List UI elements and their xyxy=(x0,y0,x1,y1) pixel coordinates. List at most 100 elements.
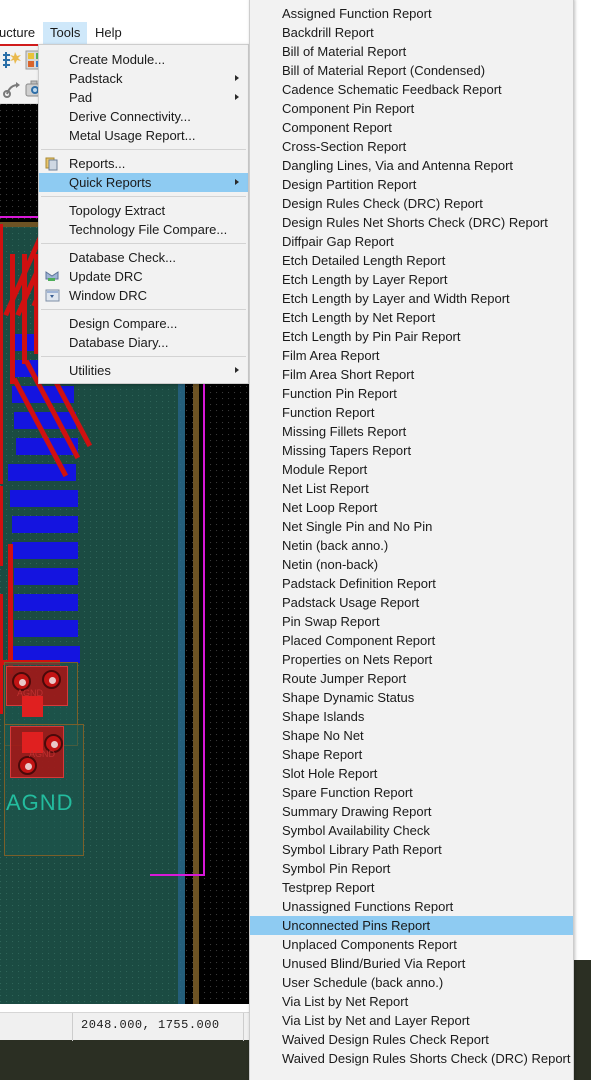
menu-item-via-list-by-net-report[interactable]: Via List by Net Report xyxy=(250,992,573,1011)
tools-menu[interactable]: Create Module... Padstack Pad Derive Con… xyxy=(38,44,249,384)
menu-item-update-drc[interactable]: Update DRC xyxy=(39,267,248,286)
menu-item-net-single-pin-and-no-pin[interactable]: Net Single Pin and No Pin xyxy=(250,517,573,536)
menu-item-unassigned-functions-report[interactable]: Unassigned Functions Report xyxy=(250,897,573,916)
menu-item-label: Assigned Function Report xyxy=(282,6,432,21)
menu-item-padstack-definition-report[interactable]: Padstack Definition Report xyxy=(250,574,573,593)
menu-item-bill-of-material-report-condensed[interactable]: Bill of Material Report (Condensed) xyxy=(250,61,573,80)
menu-item-function-pin-report[interactable]: Function Pin Report xyxy=(250,384,573,403)
menu-item-pad[interactable]: Pad xyxy=(39,88,248,107)
menu-item-netin-non-back[interactable]: Netin (non-back) xyxy=(250,555,573,574)
pcb-pad xyxy=(12,516,78,533)
menu-item-database-diary[interactable]: Database Diary... xyxy=(39,333,248,352)
menu-item-label: Derive Connectivity... xyxy=(69,109,191,124)
menu-item-dangling-lines-via-and-antenna-report[interactable]: Dangling Lines, Via and Antenna Report xyxy=(250,156,573,175)
menu-item-symbol-availability-check[interactable]: Symbol Availability Check xyxy=(250,821,573,840)
menu-item-placed-component-report[interactable]: Placed Component Report xyxy=(250,631,573,650)
menu-item-label: Unassigned Functions Report xyxy=(282,899,454,914)
menu-item-metal-usage-report[interactable]: Metal Usage Report... xyxy=(39,126,248,145)
menu-item-label: Padstack Definition Report xyxy=(282,576,436,591)
menu-item-etch-length-by-layer-report[interactable]: Etch Length by Layer Report xyxy=(250,270,573,289)
menu-item-module-report[interactable]: Module Report xyxy=(250,460,573,479)
menu-item-padstack-usage-report[interactable]: Padstack Usage Report xyxy=(250,593,573,612)
menu-item-via-list-by-net-and-layer-report[interactable]: Via List by Net and Layer Report xyxy=(250,1011,573,1030)
menu-item-properties-on-nets-report[interactable]: Properties on Nets Report xyxy=(250,650,573,669)
menu-item-etch-length-by-net-report[interactable]: Etch Length by Net Report xyxy=(250,308,573,327)
menu-item-topology-extract[interactable]: Topology Extract xyxy=(39,201,248,220)
menu-item-shape-report[interactable]: Shape Report xyxy=(250,745,573,764)
menu-item-waived-design-rules-shorts-check-drc-report[interactable]: Waived Design Rules Shorts Check (DRC) R… xyxy=(250,1049,573,1068)
menu-item-missing-tapers-report[interactable]: Missing Tapers Report xyxy=(250,441,573,460)
menu-item-bill-of-material-report[interactable]: Bill of Material Report xyxy=(250,42,573,61)
menu-item-quick-reports[interactable]: Quick Reports xyxy=(39,173,248,192)
menu-item-etch-detailed-length-report[interactable]: Etch Detailed Length Report xyxy=(250,251,573,270)
menu-item-net-list-report[interactable]: Net List Report xyxy=(250,479,573,498)
menu-item-pin-swap-report[interactable]: Pin Swap Report xyxy=(250,612,573,631)
pcb-trace xyxy=(10,254,15,384)
menu-item-utilities[interactable]: Utilities xyxy=(39,361,248,380)
menu-item-summary-drawing-report[interactable]: Summary Drawing Report xyxy=(250,802,573,821)
menu-item-symbol-pin-report[interactable]: Symbol Pin Report xyxy=(250,859,573,878)
menu-item-symbol-library-path-report[interactable]: Symbol Library Path Report xyxy=(250,840,573,859)
menu-item-design-rules-check-drc-report[interactable]: Design Rules Check (DRC) Report xyxy=(250,194,573,213)
menu-item-design-rules-net-shorts-check-drc-report[interactable]: Design Rules Net Shorts Check (DRC) Repo… xyxy=(250,213,573,232)
menu-item-netin-back-anno[interactable]: Netin (back anno.) xyxy=(250,536,573,555)
menubar-item-tools[interactable]: Tools xyxy=(43,22,88,44)
menu-item-slot-hole-report[interactable]: Slot Hole Report xyxy=(250,764,573,783)
menu-item-derive-connectivity[interactable]: Derive Connectivity... xyxy=(39,107,248,126)
menu-item-reports[interactable]: Reports... xyxy=(39,154,248,173)
quick-reports-submenu[interactable]: Assigned Function Report Backdrill Report… xyxy=(249,0,574,1080)
menu-item-user-schedule-back-anno[interactable]: User Schedule (back anno.) xyxy=(250,973,573,992)
menu-item-padstack[interactable]: Padstack xyxy=(39,69,248,88)
menu-item-waived-design-rules-check-report[interactable]: Waived Design Rules Check Report xyxy=(250,1030,573,1049)
menu-item-technology-file-compare[interactable]: Technology File Compare... xyxy=(39,220,248,239)
menubar-item-manufacture[interactable]: ucture xyxy=(0,22,42,44)
menubar-item-help[interactable]: Help xyxy=(88,22,129,44)
menu-item-label: Etch Detailed Length Report xyxy=(282,253,446,268)
menu-item-cross-section-report[interactable]: Cross-Section Report xyxy=(250,137,573,156)
menu-item-film-area-short-report[interactable]: Film Area Short Report xyxy=(250,365,573,384)
menu-item-design-partition-report[interactable]: Design Partition Report xyxy=(250,175,573,194)
menu-item-net-loop-report[interactable]: Net Loop Report xyxy=(250,498,573,517)
menu-item-shape-islands[interactable]: Shape Islands xyxy=(250,707,573,726)
update-drc-icon xyxy=(45,269,60,284)
menu-item-etch-length-by-layer-and-width-report[interactable]: Etch Length by Layer and Width Report xyxy=(250,289,573,308)
menu-item-backdrill-report[interactable]: Backdrill Report xyxy=(250,23,573,42)
menu-item-assigned-function-report[interactable]: Assigned Function Report xyxy=(250,4,573,23)
menu-item-unconnected-pins-report[interactable]: Unconnected Pins Report xyxy=(250,916,573,935)
menu-item-unused-blind-buried-via-report[interactable]: Unused Blind/Buried Via Report xyxy=(250,954,573,973)
menu-item-spare-function-report[interactable]: Spare Function Report xyxy=(250,783,573,802)
menu-item-label: Function Report xyxy=(282,405,375,420)
menu-item-cadence-schematic-feedback-report[interactable]: Cadence Schematic Feedback Report xyxy=(250,80,573,99)
menu-item-diffpair-gap-report[interactable]: Diffpair Gap Report xyxy=(250,232,573,251)
pcb-pad xyxy=(14,568,78,585)
menu-item-testprep-report[interactable]: Testprep Report xyxy=(250,878,573,897)
pcb-pad xyxy=(14,620,78,637)
menu-item-film-area-report[interactable]: Film Area Report xyxy=(250,346,573,365)
menu-item-create-module[interactable]: Create Module... xyxy=(39,50,248,69)
menu-item-missing-fillets-report[interactable]: Missing Fillets Report xyxy=(250,422,573,441)
menu-item-label: Net Loop Report xyxy=(282,500,378,515)
menu-item-component-pin-report[interactable]: Component Pin Report xyxy=(250,99,573,118)
menu-item-unplaced-components-report[interactable]: Unplaced Components Report xyxy=(250,935,573,954)
menu-item-window-drc[interactable]: Window DRC xyxy=(39,286,248,305)
pcb-net-label-agnd: AGND xyxy=(6,790,74,815)
cursor-coordinates: 2048.000, 1755.000 xyxy=(81,1018,220,1032)
menu-item-function-report[interactable]: Function Report xyxy=(250,403,573,422)
menu-item-shape-dynamic-status[interactable]: Shape Dynamic Status xyxy=(250,688,573,707)
menu-item-component-report[interactable]: Component Report xyxy=(250,118,573,137)
menubar[interactable]: ucture Tools Help xyxy=(0,22,250,44)
menu-item-etch-length-by-pin-pair-report[interactable]: Etch Length by Pin Pair Report xyxy=(250,327,573,346)
menu-item-label: Diffpair Gap Report xyxy=(282,234,394,249)
menu-item-shape-no-net[interactable]: Shape No Net xyxy=(250,726,573,745)
menu-item-label: Design Partition Report xyxy=(282,177,417,192)
grid-toggle-icon[interactable] xyxy=(2,49,24,71)
menu-item-database-check[interactable]: Database Check... xyxy=(39,248,248,267)
measure-icon[interactable] xyxy=(2,78,24,100)
menu-item-route-jumper-report[interactable]: Route Jumper Report xyxy=(250,669,573,688)
menu-item-label: Topology Extract xyxy=(69,203,166,218)
menu-item-label: Via List by Net and Layer Report xyxy=(282,1013,470,1028)
menu-item-design-compare[interactable]: Design Compare... xyxy=(39,314,248,333)
menu-item-label: Function Pin Report xyxy=(282,386,397,401)
menu-item-label: Bill of Material Report (Condensed) xyxy=(282,63,486,78)
window-drc-icon xyxy=(45,288,60,303)
